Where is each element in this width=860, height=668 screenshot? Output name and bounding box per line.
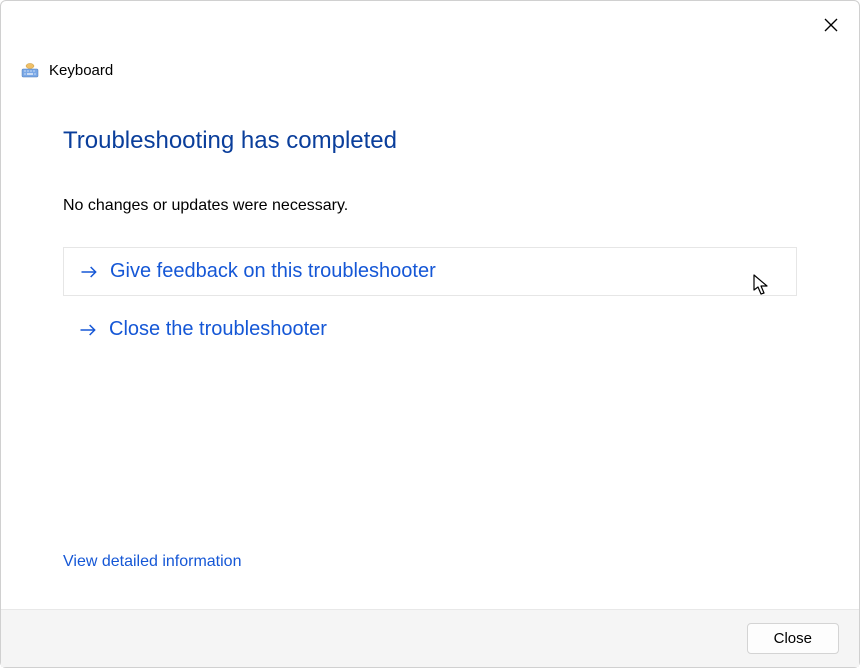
close-button[interactable]: Close [747,623,839,654]
arrow-right-icon [78,261,100,283]
keyboard-icon [21,61,39,79]
close-troubleshooter-label: Close the troubleshooter [109,318,327,341]
arrow-right-icon [77,319,99,341]
status-text: No changes or updates were necessary. [63,197,797,215]
give-feedback-option[interactable]: Give feedback on this troubleshooter [63,247,797,296]
give-feedback-label: Give feedback on this troubleshooter [110,260,436,283]
header: Keyboard [1,1,859,79]
page-heading: Troubleshooting has completed [63,127,797,155]
view-details-link[interactable]: View detailed information [63,553,241,571]
window-close-button[interactable] [819,13,843,37]
close-troubleshooter-option[interactable]: Close the troubleshooter [63,306,797,353]
close-icon [824,18,838,32]
footer: Close [1,609,859,667]
window-title: Keyboard [49,62,113,79]
